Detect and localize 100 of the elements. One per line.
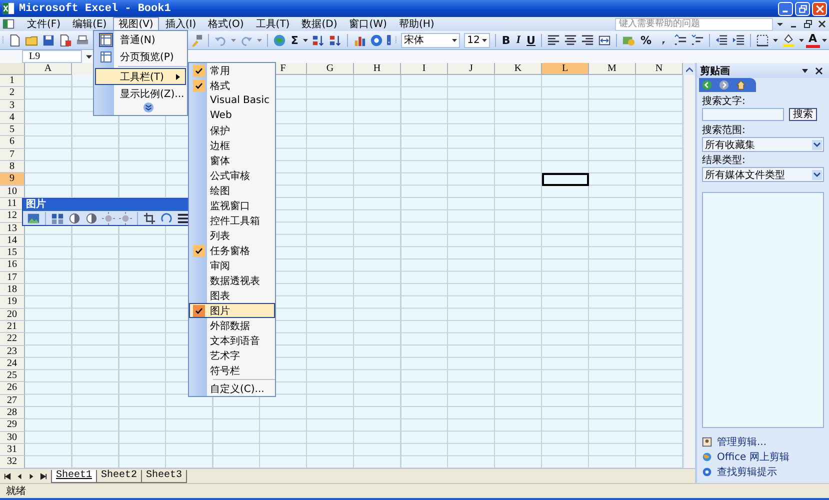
menu-item[interactable]: 绘图 [189, 183, 275, 198]
home-icon[interactable] [736, 80, 746, 90]
decrease-decimal-icon[interactable] [690, 34, 704, 46]
dropdown-arrow-icon[interactable] [812, 140, 822, 150]
menu-item[interactable]: 数据透视表 [189, 273, 275, 288]
row-header[interactable]: 4 [0, 112, 25, 124]
align-right-icon[interactable] [581, 34, 594, 46]
menu-item[interactable]: 自定义(C)... [189, 381, 275, 396]
menu-item[interactable]: 显示比例(Z)... [95, 85, 186, 102]
task-pane-link[interactable]: 查找剪辑提示 [717, 464, 777, 478]
menu-item[interactable]: 艺术字 [189, 348, 275, 363]
dropdown-arrow-icon[interactable] [812, 170, 822, 180]
style-button[interactable]: U [524, 32, 538, 48]
caret-icon[interactable] [772, 38, 778, 42]
help-icon[interactable] [702, 466, 712, 476]
menu-item[interactable]: 数据(D) [296, 16, 344, 32]
forward-icon[interactable] [719, 80, 729, 90]
row-header[interactable]: 22 [0, 333, 25, 346]
row-header[interactable]: 30 [0, 432, 25, 444]
toolbar-options-icon[interactable] [387, 32, 392, 48]
search-scope-dropdown[interactable]: 所有收藏集 [702, 137, 824, 152]
sheet-tab[interactable]: Sheet1 [51, 470, 98, 482]
row-header[interactable]: 24 [0, 358, 25, 370]
menu-item[interactable]: 任务窗格 [189, 243, 275, 258]
row-header[interactable]: 15 [0, 247, 25, 260]
previous-sheet-icon[interactable] [16, 472, 23, 480]
row-header[interactable]: 25 [0, 370, 25, 382]
column-header[interactable]: I [401, 63, 448, 75]
minimize-button[interactable] [778, 2, 793, 16]
task-pane-link[interactable]: 管理剪辑... [717, 434, 767, 448]
caret-icon[interactable] [798, 38, 804, 42]
menu-item[interactable]: 格式 [189, 78, 275, 93]
column-header[interactable]: A [25, 63, 72, 75]
printer-icon[interactable] [76, 34, 89, 46]
border-icon[interactable] [756, 34, 768, 46]
last-sheet-icon[interactable] [40, 472, 47, 480]
row-header[interactable]: 3 [0, 100, 25, 112]
caret-icon[interactable] [801, 66, 809, 74]
caret-icon[interactable] [303, 38, 308, 42]
menu-item[interactable]: 图片 [189, 303, 275, 318]
locked-page-icon[interactable] [58, 34, 72, 46]
row-header[interactable]: 19 [0, 296, 25, 309]
task-pane-link[interactable]: Office 网上剪辑 [717, 450, 790, 464]
menu-item[interactable]: 图表 [189, 288, 275, 303]
close-icon[interactable] [818, 20, 826, 28]
row-header[interactable]: 1 [0, 75, 25, 88]
column-header[interactable]: G [307, 63, 354, 75]
globe-icon[interactable] [272, 34, 286, 46]
autosum-button[interactable]: Σ [288, 32, 302, 48]
menu-item[interactable]: 公式审核 [189, 168, 275, 183]
sort-ascending-icon[interactable] [312, 34, 326, 46]
restore-button[interactable] [795, 2, 810, 16]
percent-button[interactable]: % [637, 32, 654, 48]
menu-item[interactable]: 格式(O) [202, 16, 250, 32]
menu-item[interactable]: 插入(I) [159, 16, 202, 32]
menu-item[interactable]: 工具(T) [250, 16, 296, 32]
vertical-scrollbar[interactable] [683, 75, 695, 468]
increase-decimal-icon[interactable] [674, 34, 686, 46]
menu-item[interactable]: 边框 [189, 138, 275, 153]
row-header[interactable]: 29 [0, 419, 25, 432]
organizer-icon[interactable] [702, 436, 712, 446]
menu-item[interactable]: 帮助(H) [392, 16, 440, 32]
font-field[interactable]: 宋体 [401, 32, 460, 48]
row-header[interactable]: 7 [0, 148, 25, 162]
menu-item[interactable]: 文件(F) [21, 16, 67, 32]
row-header[interactable]: 14 [0, 234, 25, 248]
menu-item[interactable]: Web [189, 108, 275, 123]
close-button[interactable] [812, 2, 827, 16]
brush-icon[interactable] [190, 34, 203, 46]
row-header[interactable]: 8 [0, 161, 25, 174]
search-field[interactable] [702, 108, 784, 121]
next-sheet-icon[interactable] [28, 472, 35, 480]
align-left-icon[interactable] [547, 34, 560, 46]
row-header[interactable]: 2 [0, 87, 25, 100]
row-header[interactable]: 18 [0, 284, 25, 296]
sheet-tab[interactable]: Sheet2 [96, 470, 142, 482]
menu-item[interactable]: 窗口(W) [343, 16, 393, 32]
rotate-icon[interactable] [160, 212, 173, 224]
outdent-icon[interactable] [714, 34, 728, 46]
row-header[interactable]: 20 [0, 308, 25, 321]
caret-icon[interactable] [452, 38, 458, 42]
column-header[interactable]: K [495, 63, 542, 75]
row-header[interactable]: 9 [0, 173, 25, 186]
row-header[interactable]: 16 [0, 259, 25, 272]
row-header[interactable]: 21 [0, 320, 25, 334]
spreadsheet-icon[interactable] [2, 18, 15, 30]
color-grid-icon[interactable] [51, 212, 64, 224]
row-header[interactable]: 31 [0, 444, 25, 456]
result-type-dropdown[interactable]: 所有媒体文件类型 [702, 167, 824, 182]
font-size-field[interactable]: 12 [464, 32, 490, 48]
menu-item[interactable]: 普通(N) [95, 31, 186, 48]
help-search-field[interactable]: 键入需要帮助的问题 [615, 18, 773, 30]
column-header[interactable]: L [542, 63, 589, 75]
menu-item[interactable]: 符号栏 [189, 363, 275, 378]
menu-item[interactable]: 控件工具箱 [189, 213, 275, 228]
merge-cells-icon[interactable] [598, 34, 612, 46]
menu-item[interactable]: 列表 [189, 228, 275, 243]
search-button[interactable]: 搜索 [789, 108, 817, 121]
indent-icon[interactable] [732, 34, 744, 46]
picture-icon[interactable] [27, 212, 40, 224]
